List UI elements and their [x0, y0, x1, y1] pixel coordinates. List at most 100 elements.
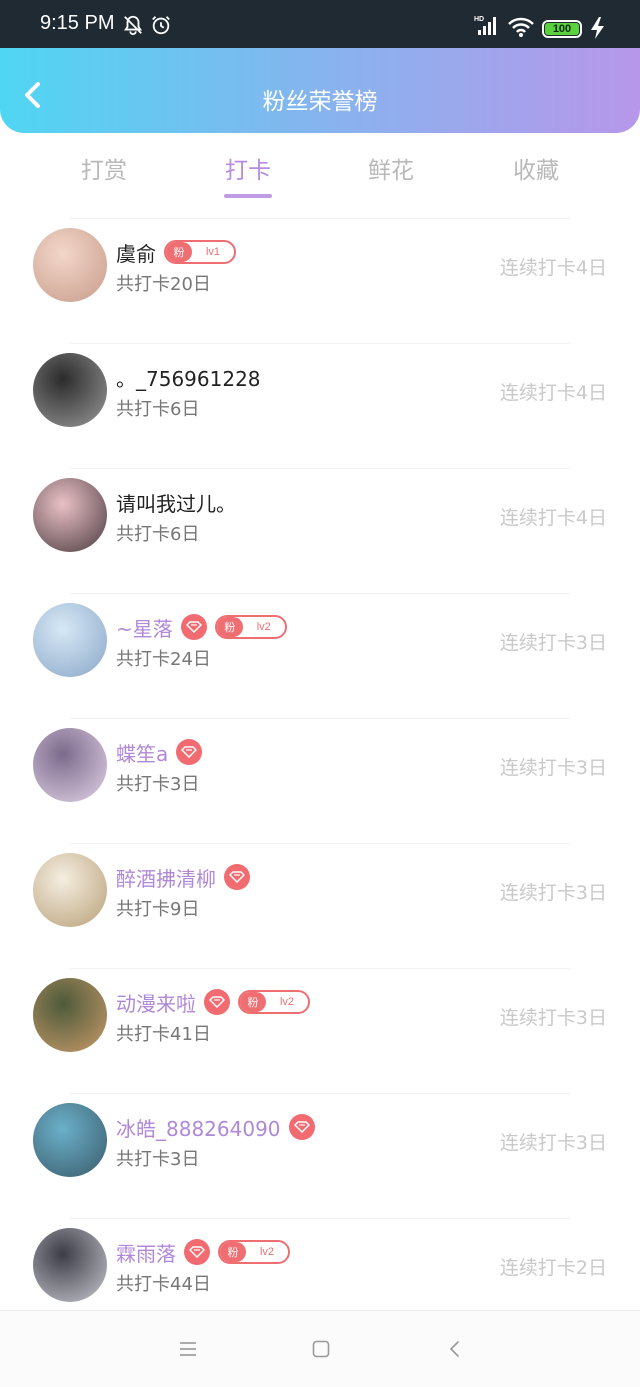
fan-badge-char: 粉: [216, 617, 243, 637]
list-item[interactable]: 。_756961228 共打卡6日 连续打卡4日: [0, 343, 640, 468]
fan-badge-level: lv2: [259, 1246, 275, 1258]
fan-level-badge: 粉 lv2: [238, 990, 310, 1014]
wifi-icon: [508, 17, 534, 37]
fan-level-badge: 粉 lv1: [164, 240, 236, 264]
status-bar: 9:15 PM HD 100: [0, 0, 640, 48]
vip-diamond-icon: [180, 614, 207, 640]
vip-diamond-icon: [176, 739, 203, 765]
streak-checkin: 连续打卡4日: [499, 257, 607, 279]
avatar[interactable]: [33, 728, 107, 802]
name-line: 霖雨落 粉 lv2: [116, 1237, 290, 1267]
bell-off-icon: [123, 15, 143, 36]
name-line: 虞俞粉 lv1: [116, 237, 236, 267]
avatar[interactable]: [33, 228, 107, 302]
divider: [70, 468, 570, 469]
total-checkin: 共打卡24日: [116, 649, 211, 670]
tab-reward[interactable]: 打赏: [44, 151, 164, 185]
list-item[interactable]: ~星落 粉 lv2 共打卡24日 连续打卡3日: [0, 593, 640, 718]
fan-badge-level: lv2: [279, 996, 295, 1008]
fan-badge-char: 粉: [166, 242, 192, 262]
streak-checkin: 连续打卡3日: [499, 1132, 607, 1154]
fan-level-badge: 粉 lv2: [214, 615, 287, 639]
divider: [70, 1218, 570, 1219]
page-title: 粉丝荣誉榜: [262, 89, 378, 115]
tab-favorites[interactable]: 收藏: [476, 151, 596, 185]
streak-checkin: 连续打卡4日: [499, 382, 607, 404]
avatar[interactable]: [33, 853, 107, 927]
fan-name: 霖雨落: [116, 1241, 176, 1266]
name-line: 动漫来啦 粉 lv2: [116, 987, 310, 1017]
signal-icon: HD: [474, 16, 496, 35]
tab-flowers[interactable]: 鲜花: [331, 151, 451, 185]
back-triangle-icon[interactable]: [445, 1339, 465, 1359]
fan-level-badge: 粉 lv2: [218, 1240, 290, 1264]
battery-level: 100: [545, 23, 579, 35]
name-line: ~星落 粉 lv2: [116, 612, 287, 642]
avatar[interactable]: [33, 603, 107, 677]
fan-name: 蝶笙a: [116, 741, 169, 766]
divider: [70, 343, 570, 344]
avatar[interactable]: [33, 978, 107, 1052]
streak-checkin: 连续打卡4日: [499, 507, 607, 529]
active-tab-indicator: [224, 194, 272, 198]
total-checkin: 共打卡3日: [116, 774, 200, 795]
avatar[interactable]: [33, 478, 107, 552]
page-header: 粉丝荣誉榜: [0, 48, 640, 133]
total-checkin: 共打卡44日: [116, 1274, 211, 1295]
tab-checkin[interactable]: 打卡: [188, 151, 308, 185]
name-line: 醉酒拂清柳: [116, 862, 250, 892]
streak-checkin: 连续打卡3日: [499, 757, 607, 779]
avatar[interactable]: [33, 353, 107, 427]
fan-name: 。_756961228: [116, 366, 261, 391]
total-checkin: 共打卡6日: [116, 524, 200, 545]
divider: [70, 718, 570, 719]
home-square-icon[interactable]: [311, 1339, 331, 1359]
fan-name: 动漫来啦: [116, 991, 196, 1016]
name-line: 请叫我过儿。: [116, 487, 236, 517]
list-item[interactable]: 蝶笙a 共打卡3日 连续打卡3日: [0, 718, 640, 843]
streak-checkin: 连续打卡2日: [499, 1257, 607, 1279]
name-line: 。_756961228: [116, 362, 261, 392]
fan-badge-level: lv1: [205, 246, 221, 258]
divider: [70, 1093, 570, 1094]
status-time: 9:15 PM: [40, 12, 115, 34]
fan-badge-level: lv2: [256, 621, 271, 633]
vip-diamond-icon: [224, 864, 250, 890]
fan-badge-char: 粉: [220, 1242, 246, 1262]
list-item[interactable]: 请叫我过儿。共打卡6日 连续打卡4日: [0, 468, 640, 593]
svg-text:HD: HD: [474, 16, 484, 23]
list-item[interactable]: 冰皓_888264090 共打卡3日 连续打卡3日: [0, 1093, 640, 1218]
streak-checkin: 连续打卡3日: [499, 1007, 607, 1029]
charging-icon: [591, 17, 604, 39]
battery-icon: 100: [542, 20, 582, 38]
streak-checkin: 连续打卡3日: [499, 882, 607, 904]
list-item[interactable]: 虞俞粉 lv1 共打卡20日 连续打卡4日: [0, 218, 640, 343]
alarm-icon: [152, 16, 170, 35]
total-checkin: 共打卡20日: [116, 274, 211, 295]
avatar[interactable]: [33, 1228, 107, 1302]
vip-diamond-icon: [204, 989, 230, 1015]
divider: [70, 843, 570, 844]
vip-diamond-icon: [288, 1114, 315, 1140]
fan-name: 请叫我过儿。: [116, 491, 236, 516]
avatar[interactable]: [33, 1103, 107, 1177]
total-checkin: 共打卡9日: [116, 899, 200, 920]
vip-diamond-icon: [184, 1239, 210, 1265]
menu-icon[interactable]: [178, 1339, 198, 1359]
divider: [70, 968, 570, 969]
fan-name: 冰皓_888264090: [116, 1116, 281, 1141]
list-item[interactable]: 醉酒拂清柳共打卡9日 连续打卡3日: [0, 843, 640, 968]
total-checkin: 共打卡41日: [116, 1024, 211, 1045]
fan-list: 虞俞粉 lv1 共打卡20日 连续打卡4日 。_756961228 共打卡6日 连续打卡4日…: [0, 218, 640, 1343]
total-checkin: 共打卡3日: [116, 1149, 200, 1170]
divider: [70, 593, 570, 594]
fan-name: 虞俞: [116, 241, 156, 266]
list-item[interactable]: 动漫来啦 粉 lv2 共打卡41日 连续打卡3日: [0, 968, 640, 1093]
system-nav-bar: [0, 1310, 640, 1387]
name-line: 冰皓_888264090: [116, 1112, 315, 1142]
fan-name: ~星落: [116, 616, 173, 641]
fan-name: 醉酒拂清柳: [116, 866, 216, 891]
name-line: 蝶笙a: [116, 737, 203, 767]
total-checkin: 共打卡6日: [116, 399, 200, 420]
streak-checkin: 连续打卡3日: [499, 632, 607, 654]
